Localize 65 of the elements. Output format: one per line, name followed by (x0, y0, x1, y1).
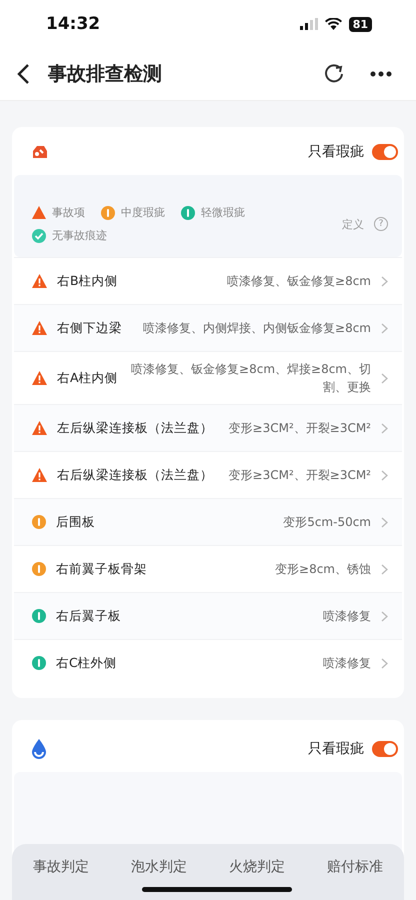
wifi-icon (324, 18, 342, 30)
exclamation-circle-icon (101, 206, 115, 220)
part-name: 右后纵梁连接板（法兰盘） (57, 466, 213, 484)
exclamation-circle-icon (32, 562, 46, 576)
chevron-right-icon (381, 276, 388, 286)
inspection-row[interactable]: 后围板 变形5cm-50cm (14, 498, 402, 545)
signal-icon (300, 18, 318, 30)
toggle-switch[interactable] (372, 144, 398, 160)
chevron-right-icon (381, 658, 388, 668)
chevron-right-icon (381, 564, 388, 574)
part-name: 右前翼子板骨架 (56, 560, 147, 578)
warning-icon (32, 421, 47, 435)
status-time: 14:32 (46, 14, 100, 34)
exclamation-circle-icon (32, 515, 46, 529)
water-drop-icon (30, 738, 48, 760)
damage-detail: 喷漆修复 (322, 608, 371, 625)
part-name: 右侧下边梁 (57, 320, 122, 336)
damage-detail: 变形≥3CM²、开裂≥3CM² (228, 467, 371, 484)
inspection-row[interactable]: 右C柱外侧 喷漆修复 (14, 639, 402, 686)
part-name: 右后翼子板 (56, 608, 121, 624)
inspection-row[interactable]: 右后翼子板 喷漆修复 (14, 592, 402, 639)
part-name: 右A柱内侧 (57, 370, 118, 386)
chevron-right-icon (381, 372, 388, 384)
legend-label: 中度瑕疵 (121, 205, 165, 220)
warning-icon (32, 206, 46, 219)
toggle-label: 只看瑕疵 (308, 143, 364, 161)
bottom-tab[interactable]: 事故判定 (33, 858, 89, 876)
damage-detail: 喷漆修复、钣金修复≥8cm、焊接≥8cm、切割、更换 (130, 361, 371, 396)
legend-label: 轻微瑕疵 (201, 205, 245, 220)
warning-icon (32, 468, 47, 482)
damage-detail: 变形5cm-50cm (282, 514, 371, 531)
damage-detail: 喷漆修复、内侧焊接、内侧钣金修复≥8cm (142, 320, 371, 337)
part-name: 左后纵梁连接板（法兰盘） (57, 420, 213, 436)
inspection-row[interactable]: 左后纵梁连接板（法兰盘） 变形≥3CM²、开裂≥3CM² (14, 404, 402, 451)
bottom-tab[interactable]: 赔付标准 (327, 858, 383, 876)
chevron-right-icon (381, 470, 388, 480)
damage-detail: 变形≥8cm、锈蚀 (274, 561, 371, 578)
chevron-right-icon (381, 322, 388, 334)
back-icon[interactable] (16, 63, 30, 85)
chevron-right-icon (381, 422, 388, 434)
more-icon[interactable] (370, 71, 392, 77)
chevron-right-icon (381, 516, 388, 528)
part-name: 后围板 (56, 514, 95, 530)
warning-icon (32, 321, 47, 335)
battery-indicator: 81 (348, 16, 372, 32)
legend-label: 无事故痕迹 (52, 228, 107, 243)
legend-label: 事故项 (52, 205, 85, 220)
exclamation-circle-icon (32, 609, 46, 623)
damage-detail: 变形≥3CM²、开裂≥3CM² (228, 420, 371, 437)
inspection-row[interactable]: 右侧下边梁 喷漆修复、内侧焊接、内侧钣金修复≥8cm (14, 304, 402, 351)
toggle-label: 只看瑕疵 (308, 740, 364, 758)
exclamation-circle-icon (181, 206, 195, 220)
exclamation-circle-icon (32, 656, 46, 670)
damage-detail: 喷漆修复 (322, 655, 371, 672)
chevron-right-icon (381, 610, 388, 622)
toggle-switch[interactable] (372, 741, 398, 757)
part-name: 右C柱外侧 (56, 654, 117, 672)
bottom-tab[interactable]: 泡水判定 (131, 858, 187, 876)
bottom-tab[interactable]: 火烧判定 (229, 858, 285, 876)
warning-icon (32, 371, 47, 385)
damage-detail: 喷漆修复、钣金修复≥8cm (226, 273, 371, 290)
page-title: 事故排查检测 (48, 62, 163, 87)
check-circle-icon (32, 228, 46, 242)
part-name: 右B柱内侧 (57, 272, 118, 290)
warning-icon (32, 274, 47, 288)
